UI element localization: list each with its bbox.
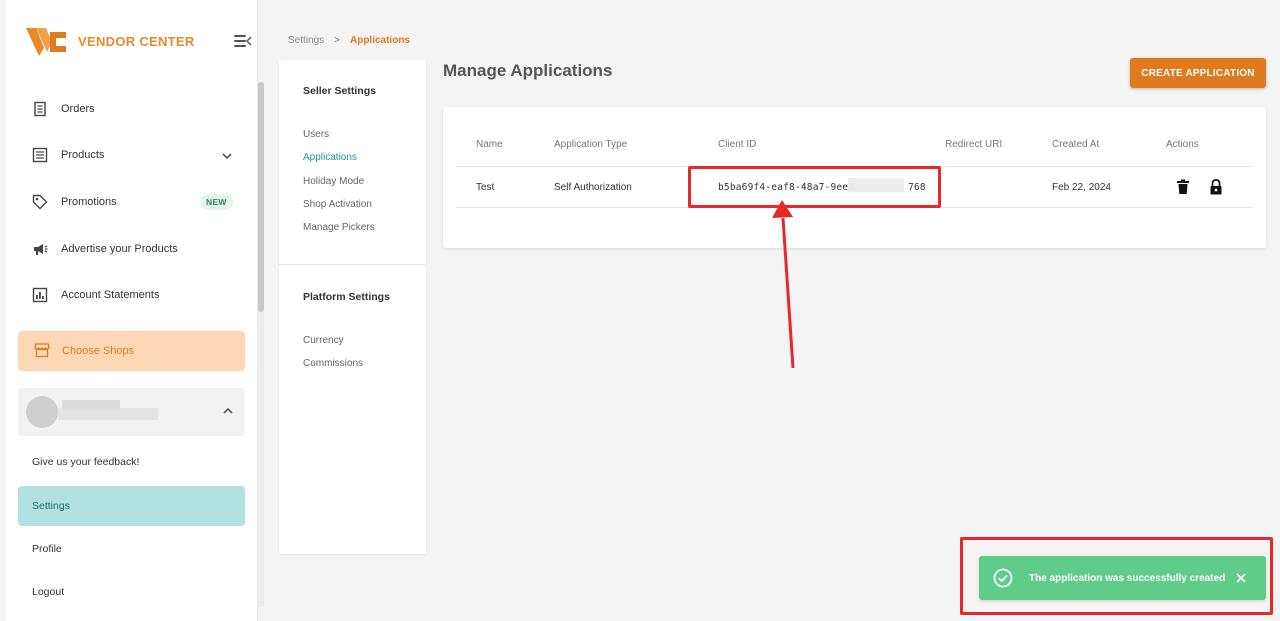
sidebar-item-label: Promotions: [61, 196, 117, 208]
sidebar-scrollbar[interactable]: [258, 82, 264, 607]
sidebar-item-advertise[interactable]: Advertise your Products: [32, 237, 178, 261]
annotation-arrow-icon: [772, 200, 795, 369]
choose-shops-button[interactable]: Choose Shops: [18, 331, 245, 371]
breadcrumb-root[interactable]: Settings: [288, 35, 324, 46]
breadcrumb-separator: >: [334, 35, 340, 46]
sidebar: VENDOR CENTER Orders Products Promotions…: [6, 0, 258, 621]
chevron-down-icon[interactable]: [222, 151, 232, 161]
user-account-toggle[interactable]: [18, 388, 245, 436]
settings-link-holiday-mode[interactable]: Holiday Mode: [303, 176, 364, 187]
avatar: [26, 396, 58, 428]
megaphone-icon: [32, 241, 48, 257]
choose-shops-label: Choose Shops: [62, 345, 135, 357]
chevron-up-icon[interactable]: [223, 406, 233, 416]
sidebar-item-label: Advertise your Products: [61, 243, 178, 255]
feedback-link[interactable]: Give us your feedback!: [32, 456, 139, 468]
page-title: Manage Applications: [443, 61, 613, 80]
settings-link-currency[interactable]: Currency: [303, 335, 344, 346]
column-header-name: Name: [476, 139, 503, 150]
sidebar-item-label: Settings: [32, 500, 70, 512]
trash-icon[interactable]: [1176, 179, 1190, 195]
settings-link-applications[interactable]: Applications: [303, 152, 357, 163]
logout-link[interactable]: Logout: [32, 586, 64, 598]
sidebar-item-settings[interactable]: Settings: [18, 486, 245, 526]
platform-settings-heading: Platform Settings: [303, 291, 390, 303]
sidebar-item-label: Orders: [61, 103, 95, 115]
check-circle-icon: [993, 568, 1013, 588]
chart-icon: [32, 287, 48, 303]
redacted-username-overlay: [62, 400, 120, 410]
sidebar-item-promotions[interactable]: Promotions NEW: [32, 190, 252, 214]
orders-icon: [32, 101, 48, 117]
settings-link-manage-pickers[interactable]: Manage Pickers: [303, 222, 375, 233]
column-header-created-at: Created At: [1052, 139, 1100, 150]
sidebar-item-label: Products: [61, 149, 105, 161]
success-toast: The application was successfully created: [979, 556, 1266, 600]
vendor-center-logo-icon: [26, 28, 66, 56]
settings-link-commissions[interactable]: Commissions: [303, 358, 363, 369]
sidebar-item-account-statements[interactable]: Account Statements: [32, 283, 159, 307]
cell-name: Test: [476, 182, 495, 193]
annotation-highlight-client-id: [688, 166, 941, 208]
settings-link-users[interactable]: Users: [303, 129, 329, 140]
sidebar-item-orders[interactable]: Orders: [32, 97, 95, 121]
create-application-button[interactable]: CREATE APPLICATION: [1130, 58, 1266, 88]
sidebar-item-products[interactable]: Products: [32, 143, 252, 167]
breadcrumb-current: Applications: [349, 35, 410, 46]
lock-icon[interactable]: [1209, 179, 1223, 195]
cell-created-at: Feb 22, 2024: [1052, 182, 1111, 193]
column-header-application-type: Application Type: [554, 139, 628, 150]
divider: [279, 264, 426, 265]
settings-navigation-panel: Seller Settings Users Applications Holid…: [279, 60, 426, 554]
settings-link-shop-activation[interactable]: Shop Activation: [303, 199, 372, 210]
column-header-client-id: Client ID: [718, 139, 757, 150]
profile-link[interactable]: Profile: [32, 543, 62, 555]
column-header-redirect-uri: Redirect URI: [945, 139, 1003, 150]
toast-message: The application was successfully created: [1029, 572, 1226, 584]
brand-logo[interactable]: VENDOR CENTER: [26, 26, 195, 56]
products-icon: [32, 147, 48, 163]
seller-settings-heading: Seller Settings: [303, 85, 376, 97]
collapse-menu-icon[interactable]: [234, 34, 252, 48]
store-icon: [34, 342, 50, 361]
close-icon[interactable]: [1235, 572, 1247, 584]
brand-name: VENDOR CENTER: [78, 33, 195, 49]
new-badge: NEW: [200, 194, 233, 210]
sidebar-item-label: Account Statements: [61, 289, 160, 301]
breadcrumb: Settings > Applications: [288, 35, 410, 46]
scrollbar-thumb[interactable]: [258, 82, 264, 312]
column-header-actions: Actions: [1166, 139, 1199, 150]
cell-application-type: Self Authorization: [554, 182, 632, 193]
tag-icon: [32, 194, 48, 210]
